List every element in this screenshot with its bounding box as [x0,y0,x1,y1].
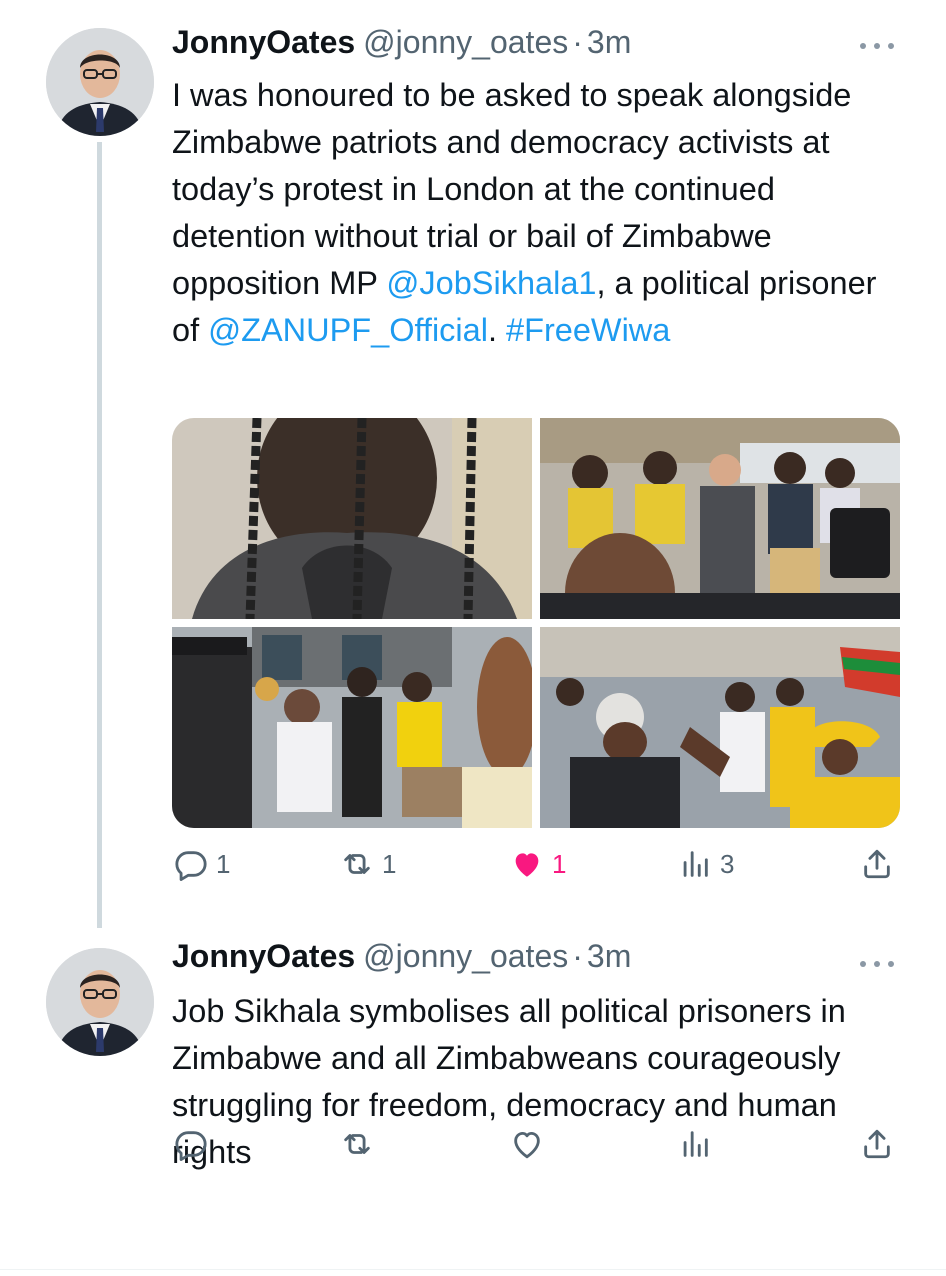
separator-dot: · [572,938,583,974]
reply-icon [175,1131,207,1161]
tweet-header: JonnyOates @jonny_oates · 3m [172,24,631,64]
like-button[interactable]: 1 [510,842,566,886]
views-icon [683,1131,708,1157]
more-icon[interactable] [860,954,894,974]
share-button[interactable] [860,1122,894,1166]
separator-dot: · [572,24,583,60]
like-count: 1 [552,848,567,879]
views-button[interactable] [678,1122,712,1166]
user-handle[interactable]: @jonny_oates [363,938,568,975]
avatar[interactable] [46,948,154,1056]
divider [0,1269,946,1270]
retweet-button[interactable]: 1 [340,842,396,886]
photo-protest-street-group[interactable] [172,627,532,828]
reply-icon [175,851,207,881]
tweet[interactable]: JonnyOates @jonny_oates · 3m I was honou… [0,0,946,930]
share-icon [864,849,890,879]
mention-link-jobsikhala1[interactable]: @JobSikhala1 [386,265,596,301]
reply-button[interactable] [174,1122,208,1166]
avatar-image [46,948,154,1056]
like-button[interactable] [510,1122,544,1166]
reply-count: 1 [216,848,231,879]
display-name[interactable]: JonnyOates [172,938,355,975]
reply-button[interactable]: 1 [174,842,230,886]
tweet-actions [172,1122,898,1166]
views-button[interactable]: 3 [678,842,734,886]
timestamp[interactable]: 3m [587,24,631,61]
retweet-button[interactable] [340,1122,374,1166]
user-handle[interactable]: @jonny_oates [363,24,568,61]
tweet-header: JonnyOates @jonny_oates · 3m [172,938,631,978]
retweet-icon [344,854,370,874]
views-icon [683,851,708,877]
photo-protest-flags-crowd[interactable] [540,627,900,828]
heart-icon [515,853,539,877]
thread-line [97,142,102,928]
retweet-count: 1 [382,848,397,879]
more-icon[interactable] [860,36,894,56]
display-name[interactable]: JonnyOates [172,24,355,61]
avatar-image [46,28,154,136]
heart-icon [514,1131,540,1159]
tweet-text: I was honoured to be asked to speak alon… [172,72,892,354]
timestamp[interactable]: 3m [587,938,631,975]
share-button[interactable] [860,842,894,886]
mention-link-zanupf-official[interactable]: @ZANUPF_Official [208,312,488,348]
hashtag-link-freewiwa[interactable]: #FreeWiwa [506,312,670,348]
avatar[interactable] [46,28,154,136]
retweet-icon [344,1134,370,1154]
text-segment: . [487,312,507,348]
views-count: 3 [720,848,735,879]
photo-prisoner-behind-bars[interactable] [172,418,532,619]
photo-protest-crowd-speaker[interactable] [540,418,900,619]
tweet[interactable]: JonnyOates @jonny_oates · 3m Job Sikhala… [0,930,946,1270]
share-icon [864,1129,890,1159]
media-grid [172,418,900,828]
tweet-actions: 1 1 1 3 [172,842,898,886]
